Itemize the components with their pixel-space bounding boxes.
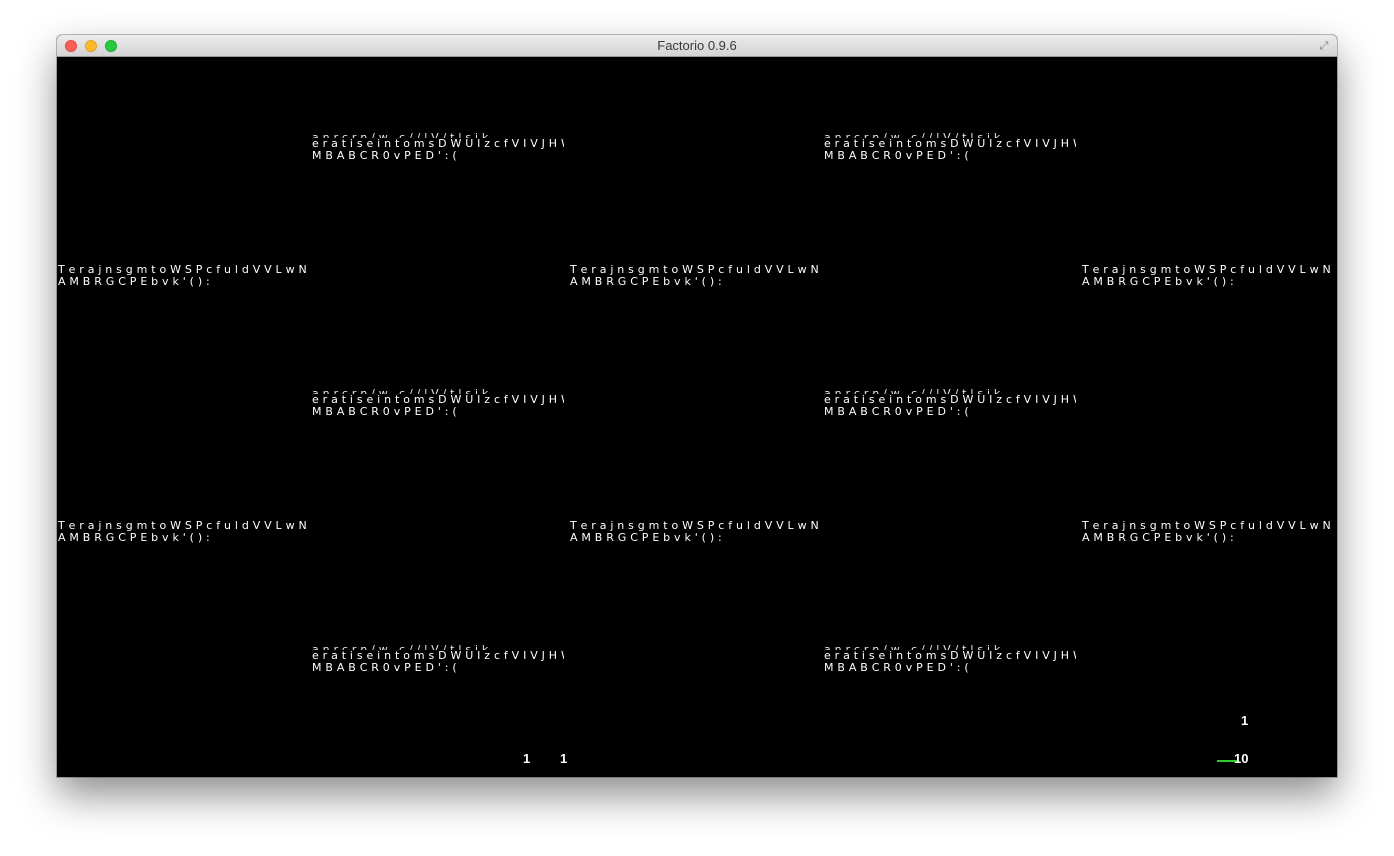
game-canvas[interactable]: a n r c r n / w . c / / l V / t l s i k … [57,57,1337,777]
font-atlas-block: a n r c r n / w . c / / l V / t l s i k … [312,389,564,418]
font-atlas-block: T e r a j n s g m t o W S P c f u l d V … [58,264,310,288]
item-count-label: 1 [560,751,568,766]
item-count-label: 1 [523,751,531,766]
window-title: Factorio 0.9.6 [657,38,737,53]
font-atlas-block: a n r c r n / w . c / / l V / t l s i k … [824,389,1076,418]
font-atlas-block: T e r a j n s g m t o W S P c f u l d V … [1082,520,1334,544]
font-atlas-block: T e r a j n s g m t o W S P c f u l d V … [570,264,822,288]
font-atlas-block: a n r c r n / w . c / / l V / t l s i k … [312,645,564,674]
font-atlas-block: T e r a j n s g m t o W S P c f u l d V … [58,520,310,544]
item-count-label: 10 [1234,751,1249,766]
font-atlas-block: a n r c r n / w . c / / l V / t l s i k … [824,645,1076,674]
font-atlas-block: T e r a j n s g m t o W S P c f u l d V … [1082,264,1334,288]
title-bar[interactable]: Factorio 0.9.6 ⤢ [57,35,1337,57]
font-atlas-block: a n r c r n / w . c / / l V / t l s i k … [312,133,564,162]
font-atlas-block: T e r a j n s g m t o W S P c f u l d V … [570,520,822,544]
font-atlas-block: a n r c r n / w . c / / l V / t l s i k … [824,133,1076,162]
fullscreen-icon[interactable]: ⤢ [1317,39,1331,53]
game-window: Factorio 0.9.6 ⤢ a n r c r n / w . c / /… [57,35,1337,777]
item-count-label: 1 [1241,713,1249,728]
